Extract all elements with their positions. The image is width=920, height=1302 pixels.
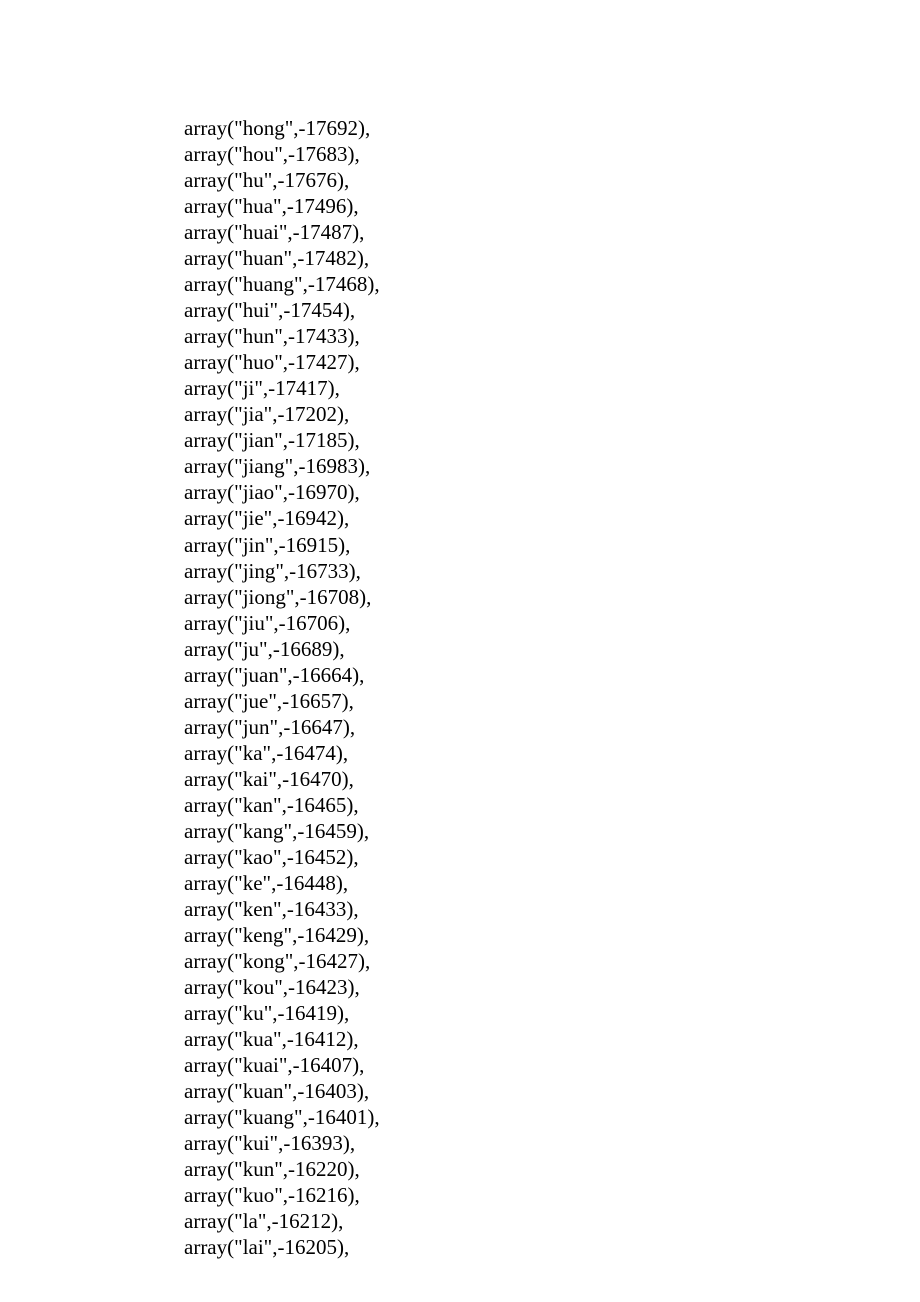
code-line: array("hu",-17676),: [184, 167, 920, 193]
code-line: array("kao",-16452),: [184, 844, 920, 870]
code-line: array("kun",-16220),: [184, 1156, 920, 1182]
code-line: array("la",-16212),: [184, 1208, 920, 1234]
code-line: array("ka",-16474),: [184, 740, 920, 766]
code-line: array("hua",-17496),: [184, 193, 920, 219]
code-line: array("huo",-17427),: [184, 349, 920, 375]
code-line: array("ku",-16419),: [184, 1000, 920, 1026]
code-line: array("jiao",-16970),: [184, 479, 920, 505]
code-line: array("kuang",-16401),: [184, 1104, 920, 1130]
code-line: array("jun",-16647),: [184, 714, 920, 740]
code-line: array("kou",-16423),: [184, 974, 920, 1000]
code-line: array("jue",-16657),: [184, 688, 920, 714]
code-line: array("juan",-16664),: [184, 662, 920, 688]
code-line: array("jin",-16915),: [184, 532, 920, 558]
code-block: array("hong",-17692),array("hou",-17683)…: [184, 115, 920, 1260]
code-line: array("ken",-16433),: [184, 896, 920, 922]
code-line: array("jiong",-16708),: [184, 584, 920, 610]
code-line: array("jie",-16942),: [184, 505, 920, 531]
code-line: array("ji",-17417),: [184, 375, 920, 401]
code-line: array("lai",-16205),: [184, 1234, 920, 1260]
code-line: array("huang",-17468),: [184, 271, 920, 297]
code-line: array("kai",-16470),: [184, 766, 920, 792]
code-line: array("jiang",-16983),: [184, 453, 920, 479]
code-line: array("jia",-17202),: [184, 401, 920, 427]
code-line: array("hong",-17692),: [184, 115, 920, 141]
code-line: array("hou",-17683),: [184, 141, 920, 167]
code-line: array("huai",-17487),: [184, 219, 920, 245]
code-line: array("kui",-16393),: [184, 1130, 920, 1156]
code-line: array("kang",-16459),: [184, 818, 920, 844]
code-line: array("hun",-17433),: [184, 323, 920, 349]
code-line: array("kua",-16412),: [184, 1026, 920, 1052]
code-line: array("ju",-16689),: [184, 636, 920, 662]
code-line: array("ke",-16448),: [184, 870, 920, 896]
code-line: array("jian",-17185),: [184, 427, 920, 453]
code-line: array("kan",-16465),: [184, 792, 920, 818]
code-line: array("kuai",-16407),: [184, 1052, 920, 1078]
code-line: array("kong",-16427),: [184, 948, 920, 974]
code-line: array("kuan",-16403),: [184, 1078, 920, 1104]
code-line: array("kuo",-16216),: [184, 1182, 920, 1208]
code-line: array("jiu",-16706),: [184, 610, 920, 636]
code-line: array("jing",-16733),: [184, 558, 920, 584]
code-line: array("huan",-17482),: [184, 245, 920, 271]
code-line: array("keng",-16429),: [184, 922, 920, 948]
code-line: array("hui",-17454),: [184, 297, 920, 323]
